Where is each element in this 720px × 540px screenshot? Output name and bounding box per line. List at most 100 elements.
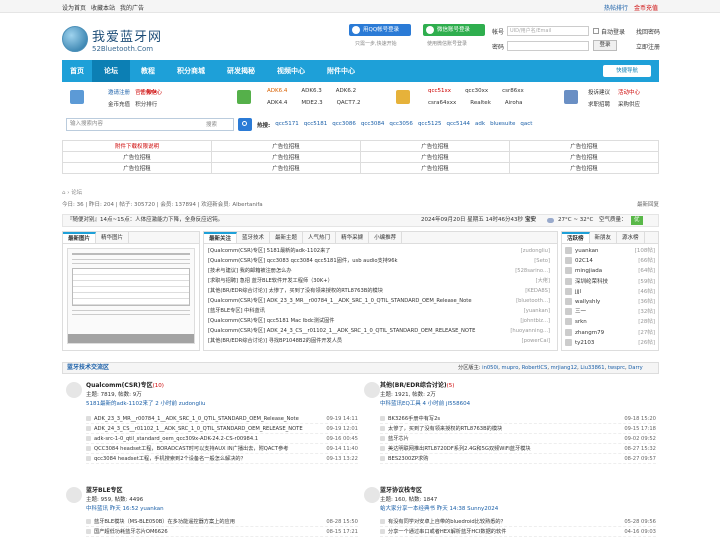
mde23-link[interactable]: MDE2.3: [301, 100, 322, 106]
tab-featured-images[interactable]: 精华图片: [96, 232, 130, 243]
forum-name[interactable]: 其他(BR/EDR综合讨论): [380, 382, 447, 389]
qcc30xx-link[interactable]: qcc30xx: [465, 88, 488, 94]
hot-item[interactable]: qcc5125: [418, 121, 442, 129]
news-row[interactable]: [Qualcomm(CSR)专区] 5181最新的adk-1102来了 [zudo…: [208, 246, 553, 256]
news-row[interactable]: [求职与招聘] 急招 蓝牙BLE软件开发工程师（30K+） [大佬]: [208, 276, 553, 286]
news-row[interactable]: [Qualcomm(CSR)专区] qcc3083 qcc3084 qcc518…: [208, 256, 553, 266]
breadcrumb-forum[interactable]: › 论坛: [67, 190, 82, 196]
task-center-link[interactable]: 任务中心: [140, 88, 162, 96]
rank-row[interactable]: ty2103 [26帖]: [562, 338, 658, 348]
account-input[interactable]: UID/用户名/Email: [507, 26, 589, 36]
forum-last-post[interactable]: 5181最新的adk-1102来了 2 小时前 zudongliu: [86, 399, 206, 407]
nav-points-mall[interactable]: 积分商城: [166, 60, 216, 82]
airoha-link[interactable]: Airoha: [505, 100, 523, 106]
thread-row[interactable]: 有没有同学对安卓上自带的bluedroid比较熟悉的？ 05-28 09:56: [380, 517, 656, 527]
forum-name[interactable]: 蓝牙协议栈专区: [380, 487, 422, 494]
ad-cell[interactable]: 广告位招租: [509, 162, 659, 174]
moderator-link[interactable]: Liu33861: [580, 365, 604, 371]
points-rank-link[interactable]: 积分排行: [135, 102, 157, 108]
site-logo[interactable]: 我爱蓝牙网 52Bluetooth.Com: [62, 24, 172, 54]
ad-cell[interactable]: 广告位招租: [211, 151, 361, 163]
qact72-link[interactable]: QACT7.2: [337, 100, 361, 106]
auto-login-checkbox[interactable]: [593, 28, 599, 34]
hot-posts-link[interactable]: 热帖排行: [604, 3, 628, 12]
moderator-link[interactable]: mrjiang12: [551, 365, 577, 371]
news-row[interactable]: [Qualcomm(CSR)专区] ADK_23_3_MR__r00784_1_…: [208, 296, 553, 306]
tab-latest-topics[interactable]: 最新主题: [270, 232, 304, 243]
gold-recharge-cat[interactable]: 金币充值: [108, 102, 130, 108]
csra64xxx-link[interactable]: csra64xxx: [428, 100, 456, 106]
forum-name[interactable]: 蓝牙BLE专区: [86, 487, 123, 494]
nav-attachment-center[interactable]: 附件中心: [316, 60, 366, 82]
adk63-link[interactable]: ADK6.3: [301, 88, 321, 94]
rank-row[interactable]: 三一 [32帖]: [562, 307, 658, 317]
moderator-link[interactable]: twsprc: [608, 365, 625, 371]
quick-nav-button[interactable]: 快捷导航: [603, 65, 651, 77]
section-title[interactable]: 蓝牙技术交流区: [67, 363, 109, 373]
hot-item[interactable]: bluesuite: [490, 121, 515, 129]
tab-latest-follow[interactable]: 最新关注: [204, 232, 238, 243]
hot-item[interactable]: qcc3056: [389, 121, 413, 129]
rank-row[interactable]: jjjl [46帖]: [562, 287, 658, 297]
thread-row[interactable]: 太惨了，买到了没有领来授权的RTL8763B的模块 09-15 17:18: [380, 424, 656, 434]
register-link[interactable]: 立即注册: [636, 42, 660, 51]
hot-item[interactable]: adk: [475, 121, 485, 129]
thread-row[interactable]: 蓝牙BLE模块（MS-BLE050B）在多功能遥控器方案上的应用 08-28 15…: [86, 517, 358, 527]
set-homepage-link[interactable]: 设为首页: [62, 3, 86, 12]
tab-bt-tech[interactable]: 蓝牙技术: [237, 232, 271, 243]
realtek-link[interactable]: Realtek: [470, 100, 491, 106]
search-button[interactable]: [238, 118, 252, 131]
ad-cell[interactable]: 广告位招租: [509, 140, 659, 152]
tab-new-friends[interactable]: 新朋友: [590, 232, 618, 243]
feedback-link[interactable]: 投诉建议: [588, 88, 610, 96]
ad-cell[interactable]: 广告位招租: [509, 151, 659, 163]
tab-featured[interactable]: 精华采撷: [336, 232, 370, 243]
ad-cell[interactable]: 广告位招租: [62, 162, 212, 174]
search-type-select[interactable]: 搜索: [206, 120, 217, 128]
adk44-link[interactable]: ADK4.4: [267, 100, 287, 106]
forum-last-post[interactable]: 中科蓝讯EQ工具 4 小时前 jl558604: [380, 399, 470, 407]
ad-cell[interactable]: 广告位招租: [211, 162, 361, 174]
nav-tutorial[interactable]: 教程: [130, 60, 166, 82]
thread-row[interactable]: 分享一个通过串口或者HEX解析蓝牙HCI数据的软件 04-16 09:03: [380, 527, 656, 537]
latest-replies-link[interactable]: 最新回复: [637, 200, 659, 208]
hot-item[interactable]: qcc3084: [361, 121, 385, 129]
ad-cell[interactable]: 广告位招租: [360, 151, 510, 163]
password-input[interactable]: [507, 41, 589, 51]
thread-row[interactable]: ADK_23_3_MR__r00784_1__ADK_SRC_1_0_QTIL_…: [86, 414, 358, 424]
rank-row[interactable]: wallyshly [36帖]: [562, 297, 658, 307]
jobs-link[interactable]: 求职招聘: [588, 100, 610, 108]
ad-cell[interactable]: 广告位招租: [360, 162, 510, 174]
news-row[interactable]: [其他(BR/EDR综合讨论)] 寻找BP1048B2的固件开发人员 [power…: [208, 336, 553, 346]
news-row[interactable]: [其他(BR/EDR综合讨论)] 太惨了，买到了没有领来授权的RTL8763B的…: [208, 286, 553, 296]
hot-item[interactable]: qcc5181: [304, 121, 328, 129]
ad-cell[interactable]: 广告位招租: [211, 140, 361, 152]
tab-active-rank[interactable]: 活跃榜: [562, 232, 590, 243]
ad-cell[interactable]: 附件下载权限说明: [62, 140, 212, 152]
invite-register-link[interactable]: 邀请注册: [108, 90, 130, 96]
activity-center-link[interactable]: 活动中心: [618, 88, 640, 96]
hot-item[interactable]: qact: [520, 121, 532, 129]
forum-last-post[interactable]: 中科蓝讯 昨天 16:52 yuankan: [86, 504, 164, 512]
thread-row[interactable]: BK3266手册中有写2s 09-18 15:20: [380, 414, 656, 424]
thread-row[interactable]: BES2300ZP求购 08-27 09:57: [380, 454, 656, 464]
ad-cell[interactable]: 广告位招租: [360, 140, 510, 152]
thread-row[interactable]: 国产超低功耗蓝牙芯片OM6626 08-15 17:21: [86, 527, 358, 537]
my-ads-link[interactable]: 我的广告: [120, 3, 144, 12]
hot-item[interactable]: qcc5171: [275, 121, 299, 129]
qcc51xx-link[interactable]: qcc51xx: [428, 88, 451, 94]
wechat-login-button[interactable]: 微信账号登录: [423, 24, 485, 36]
bookmark-link[interactable]: 收藏本站: [91, 3, 115, 12]
news-row[interactable]: [蓝牙BLE专区] 中科蓝讯 [yuankan]: [208, 306, 553, 316]
thread-row[interactable]: adk-src-1-0_qtil_standard_oem_qcc309x-AD…: [86, 434, 358, 444]
csr86xx-link[interactable]: csr86xx: [502, 88, 524, 94]
thread-row[interactable]: 美达明联网推出RTL8720DF系列2.4G和5G双频WiFi蓝牙模块 08-27…: [380, 444, 656, 454]
nav-forum[interactable]: 论坛: [92, 60, 130, 82]
thread-row[interactable]: 蓝牙芯片 09-02 09:52: [380, 434, 656, 444]
thread-row[interactable]: QCC3084 headset工程，BORADCAST时可以支持AUX IN广播…: [86, 444, 358, 454]
news-row[interactable]: [Qualcomm(CSR)专区] qcc5181 Mac Ibdc测试固件 [j…: [208, 316, 553, 326]
tab-water-rank[interactable]: 源水榜: [617, 232, 645, 243]
hot-item[interactable]: qcc3086: [332, 121, 356, 129]
thread-row[interactable]: qcc3084 headset工程，手机搜索到2个设备名一般怎么解决的？ 09-1…: [86, 454, 358, 464]
rank-row[interactable]: yuankan [108帖]: [562, 246, 658, 256]
